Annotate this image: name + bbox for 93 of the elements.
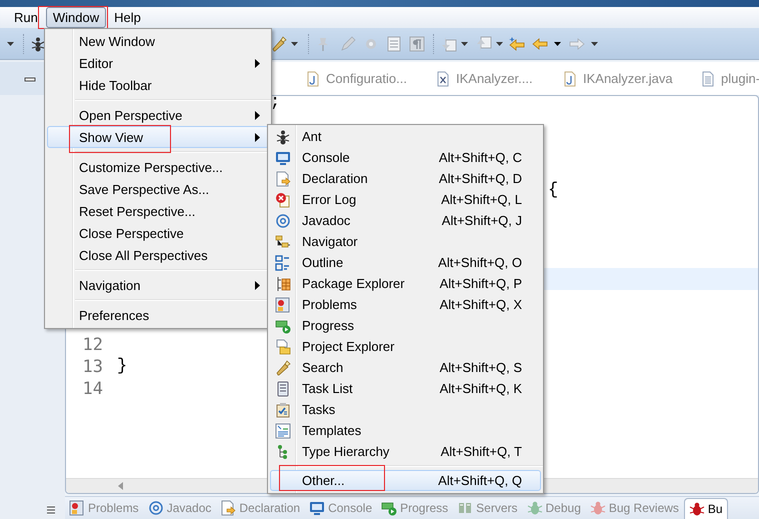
folder-tree-icon bbox=[275, 234, 291, 250]
menu-item[interactable]: Customize Perspective... bbox=[47, 156, 269, 178]
menu-item[interactable]: Templates bbox=[270, 420, 541, 441]
shortcut-text: Alt+Shift+Q, X bbox=[440, 297, 523, 312]
shortcut-text: Alt+Shift+Q, L bbox=[441, 192, 523, 207]
ant-icon bbox=[275, 128, 291, 144]
menu-item[interactable]: Hide Toolbar bbox=[47, 74, 269, 96]
menu-item[interactable]: Preferences bbox=[47, 304, 269, 326]
pilcrow-icon[interactable] bbox=[409, 36, 425, 52]
code-text: ; bbox=[270, 96, 280, 112]
document-icon bbox=[700, 70, 716, 86]
flashlight-icon[interactable] bbox=[271, 36, 287, 52]
bug-icon bbox=[688, 500, 705, 516]
bug-icon bbox=[590, 500, 606, 516]
dropdown-caret-icon[interactable] bbox=[7, 42, 14, 46]
menu-item[interactable]: Project Explorer bbox=[270, 336, 541, 357]
menu-item[interactable]: Editor bbox=[47, 52, 269, 74]
menu-bar-item[interactable]: Window bbox=[46, 7, 106, 28]
monitor-icon bbox=[275, 150, 291, 166]
shortcut-text: Alt+Shift+Q, C bbox=[438, 150, 523, 165]
outline-icon bbox=[275, 254, 291, 270]
document-icon bbox=[305, 70, 321, 86]
document-icon bbox=[562, 70, 578, 86]
dropdown-caret-icon[interactable] bbox=[591, 42, 598, 46]
line-number: 14 bbox=[82, 379, 103, 399]
play-bar-icon bbox=[381, 500, 398, 516]
scroll-left-icon[interactable] bbox=[118, 482, 123, 490]
folder-icon bbox=[275, 338, 291, 354]
bug-icon bbox=[526, 500, 542, 516]
dropdown-caret-icon[interactable] bbox=[496, 42, 503, 46]
dropdown-caret-icon[interactable] bbox=[291, 42, 298, 46]
template-icon bbox=[275, 422, 291, 438]
error-icon bbox=[275, 192, 291, 208]
back-arrow-icon[interactable] bbox=[532, 36, 548, 52]
line-number: 12 bbox=[82, 335, 103, 355]
menu-item[interactable]: Open Perspective bbox=[47, 104, 269, 126]
menu-item[interactable]: Progress bbox=[270, 315, 541, 336]
shortcut-text: Alt+Shift+Q, P bbox=[440, 276, 523, 291]
ant-icon[interactable] bbox=[30, 36, 46, 52]
menu-item[interactable]: Navigation bbox=[47, 274, 269, 296]
shortcut-text: Alt+Shift+Q, D bbox=[438, 171, 523, 186]
menu-item[interactable]: Declaration Alt+Shift+Q, D bbox=[270, 168, 541, 189]
document-arrow-icon bbox=[275, 170, 291, 186]
menu-item[interactable]: Ant bbox=[270, 126, 541, 147]
menu-item[interactable]: Type Hierarchy Alt+Shift+Q, T bbox=[270, 441, 541, 462]
arrow-star-icon[interactable] bbox=[509, 36, 525, 52]
text-lines-icon[interactable] bbox=[386, 36, 402, 52]
at-sign-icon bbox=[148, 500, 164, 516]
menu-item[interactable]: Problems Alt+Shift+Q, X bbox=[270, 294, 541, 315]
play-bar-icon bbox=[275, 318, 291, 334]
menu-item[interactable]: Package Explorer Alt+Shift+Q, P bbox=[270, 273, 541, 294]
view-tab[interactable]: Bu bbox=[684, 498, 728, 518]
flashlight-icon bbox=[275, 360, 291, 376]
shortcut-text: Alt+Shift+Q, Q bbox=[438, 473, 523, 488]
menu-item[interactable]: Javadoc Alt+Shift+Q, J bbox=[270, 210, 541, 231]
menu-bar-item[interactable]: Run bbox=[7, 7, 45, 28]
clipboard-check-icon bbox=[275, 402, 291, 418]
document-arrow-icon bbox=[220, 500, 236, 516]
menu-item[interactable]: Show View bbox=[47, 126, 269, 148]
code-text: { bbox=[548, 181, 558, 200]
monitor-icon bbox=[309, 500, 326, 516]
code-text: } bbox=[117, 357, 128, 376]
menu-item[interactable]: Navigator bbox=[270, 231, 541, 252]
dropdown-caret-icon[interactable] bbox=[461, 42, 468, 46]
package-tree-icon bbox=[275, 276, 291, 292]
list-icon bbox=[275, 380, 291, 396]
shortcut-text: Alt+Shift+Q, S bbox=[440, 360, 523, 375]
server-icon bbox=[457, 500, 474, 516]
menu-icon[interactable] bbox=[47, 506, 55, 514]
menu-item[interactable]: Task List Alt+Shift+Q, K bbox=[270, 378, 541, 399]
shortcut-text: Alt+Shift+Q, K bbox=[440, 381, 523, 396]
menu-item[interactable]: Other... Alt+Shift+Q, Q bbox=[270, 470, 541, 491]
shortcut-text: Alt+Shift+Q, J bbox=[442, 213, 523, 228]
menu-bar-item[interactable]: Help bbox=[107, 7, 148, 28]
document-icon bbox=[435, 70, 451, 86]
dropdown-caret-icon[interactable] bbox=[554, 42, 561, 46]
menu-item[interactable]: Search Alt+Shift+Q, S bbox=[270, 357, 541, 378]
error-list-icon bbox=[69, 500, 85, 516]
menu-item[interactable]: Save Perspective As... bbox=[47, 178, 269, 200]
menu-item[interactable]: Close Perspective bbox=[47, 222, 269, 244]
shortcut-text: Alt+Shift+Q, O bbox=[438, 255, 523, 270]
menu-item[interactable]: Tasks bbox=[270, 399, 541, 420]
menu-item[interactable]: Close All Perspectives bbox=[47, 244, 269, 266]
shortcut-text: Alt+Shift+Q, T bbox=[440, 444, 523, 459]
forward-arrow-icon[interactable] bbox=[569, 36, 585, 52]
at-sign-icon bbox=[275, 212, 291, 228]
line-number: 13 bbox=[82, 357, 103, 377]
menu-item[interactable]: Console Alt+Shift+Q, C bbox=[270, 147, 541, 168]
menu-item[interactable]: Outline Alt+Shift+Q, O bbox=[270, 252, 541, 273]
error-list-icon bbox=[275, 296, 291, 312]
menu-item[interactable]: Error Log Alt+Shift+Q, L bbox=[270, 189, 541, 210]
pen-icon[interactable] bbox=[340, 36, 356, 52]
menu-item[interactable]: Reset Perspective... bbox=[47, 200, 269, 222]
